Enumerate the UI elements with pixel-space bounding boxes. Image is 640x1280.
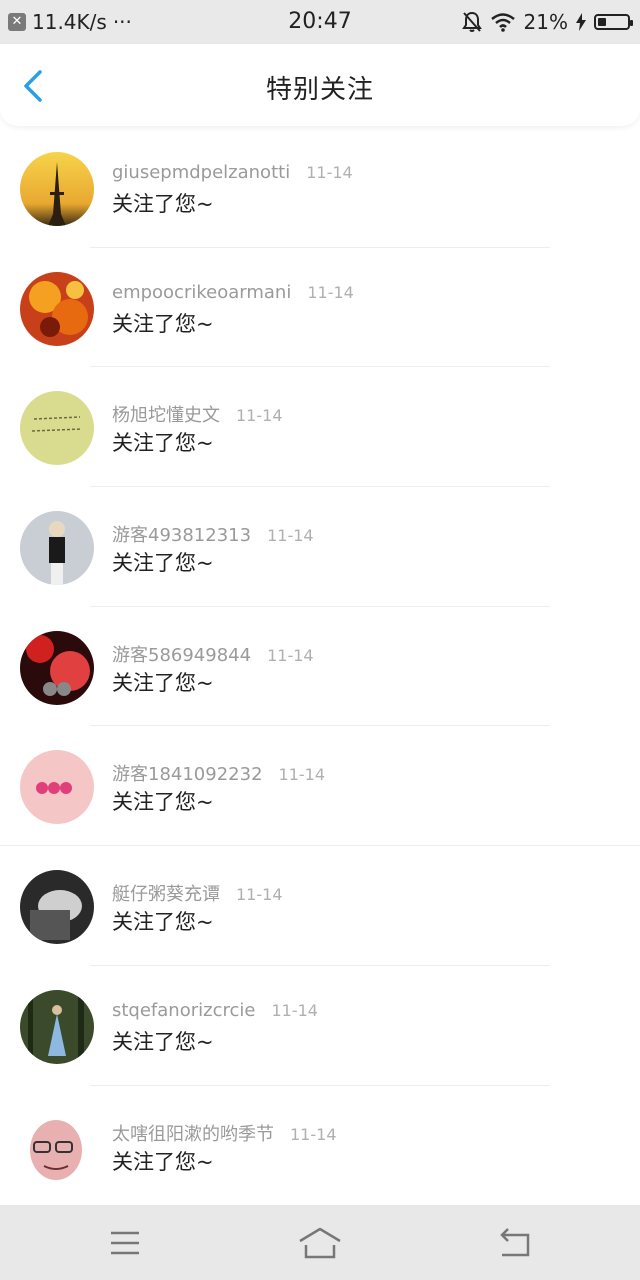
list-item[interactable]: 游客493812313 11-14 关注了您~ <box>0 487 640 607</box>
username[interactable]: 太嗐徂阳漱的哟季节 <box>112 1124 274 1145</box>
status-right: 21% <box>461 0 633 44</box>
item-header: 游客586949844 11-14 <box>112 641 314 667</box>
date: 11-14 <box>290 1124 337 1144</box>
item-header: stqefanorizcrcie 11-14 <box>112 1000 318 1021</box>
battery-icon <box>594 14 633 30</box>
avatar[interactable] <box>20 511 94 586</box>
item-header: 太嗐徂阳漱的哟季节 11-14 <box>112 1120 337 1146</box>
username[interactable]: 游客1841092232 <box>112 764 263 785</box>
list-item[interactable]: 杨旭坨懂史文 11-14 关注了您~ <box>0 367 640 488</box>
follow-list: giusepmdpelzanotti 11-14 关注了您~ empoocrike… <box>0 128 640 1205</box>
top-bar: 特别关注 <box>0 44 640 126</box>
status-bar: ✕ 11.4K/s ··· 20:47 21% <box>0 0 640 44</box>
item-header: giusepmdpelzanotti 11-14 <box>112 162 353 183</box>
return-icon[interactable] <box>496 1223 536 1263</box>
date: 11-14 <box>271 1000 318 1020</box>
message: 关注了您~ <box>112 311 214 336</box>
item-header: 游客493812313 11-14 <box>112 521 314 547</box>
date: 11-14 <box>306 163 353 182</box>
username[interactable]: giusepmdpelzanotti <box>112 162 290 183</box>
avatar[interactable] <box>20 989 94 1064</box>
menu-icon[interactable] <box>105 1223 145 1263</box>
date: 11-14 <box>278 765 326 785</box>
message: 关注了您~ <box>112 192 214 216</box>
list-item[interactable]: 游客1841092232 11-14 关注了您~ <box>0 726 640 847</box>
list-item[interactable]: empoocrikeoarmani 11-14 关注了您~ <box>0 248 640 368</box>
item-header: 游客1841092232 11-14 <box>112 760 325 786</box>
home-icon[interactable] <box>298 1223 342 1263</box>
battery-percent: 21% <box>523 10 568 34</box>
message: 关注了您~ <box>112 790 214 815</box>
list-item[interactable]: giusepmdpelzanotti 11-14 关注了您~ <box>0 128 640 248</box>
avatar[interactable] <box>20 870 94 945</box>
message: 关注了您~ <box>112 431 214 456</box>
list-item[interactable]: stqefanorizcrcie 11-14 关注了您~ <box>0 966 640 1086</box>
page-title: 特别关注 <box>265 75 374 105</box>
username[interactable]: stqefanorizcrcie <box>112 1000 255 1021</box>
username[interactable]: 游客493812313 <box>112 525 251 546</box>
message: 关注了您~ <box>112 1149 214 1174</box>
mute-bell-icon <box>461 11 482 32</box>
message: 关注了您~ <box>112 670 214 695</box>
item-header: 杨旭坨懂史文 11-14 <box>112 401 283 427</box>
message: 关注了您~ <box>112 910 214 935</box>
list-item[interactable]: 太嗐徂阳漱的哟季节 11-14 关注了您~ <box>0 1086 640 1206</box>
date: 11-14 <box>236 885 283 905</box>
avatar[interactable] <box>20 1109 94 1184</box>
date: 11-14 <box>267 645 314 665</box>
avatar[interactable] <box>20 271 94 346</box>
avatar[interactable] <box>20 152 94 226</box>
system-nav-bar <box>0 1205 640 1280</box>
username[interactable]: 杨旭坨懂史文 <box>112 405 220 426</box>
list-item[interactable]: 艇仔粥葵充谭 11-14 关注了您~ <box>0 846 640 966</box>
battery-fill <box>598 18 606 26</box>
date: 11-14 <box>307 282 354 302</box>
date: 11-14 <box>236 406 283 426</box>
message: 关注了您~ <box>112 551 214 576</box>
message: 关注了您~ <box>112 1029 214 1054</box>
item-header: 艇仔粥葵充谭 11-14 <box>112 880 283 906</box>
item-header: empoocrikeoarmani 11-14 <box>112 282 354 303</box>
username[interactable]: 游客586949844 <box>112 645 251 666</box>
date: 11-14 <box>267 526 314 546</box>
list-item[interactable]: 游客586949844 11-14 关注了您~ <box>0 607 640 727</box>
avatar[interactable] <box>20 750 94 825</box>
username[interactable]: 艇仔粥葵充谭 <box>112 884 220 905</box>
charging-icon <box>576 13 586 31</box>
avatar[interactable] <box>20 391 94 466</box>
username[interactable]: empoocrikeoarmani <box>112 282 291 303</box>
wifi-icon <box>490 13 515 32</box>
avatar[interactable] <box>20 630 94 705</box>
